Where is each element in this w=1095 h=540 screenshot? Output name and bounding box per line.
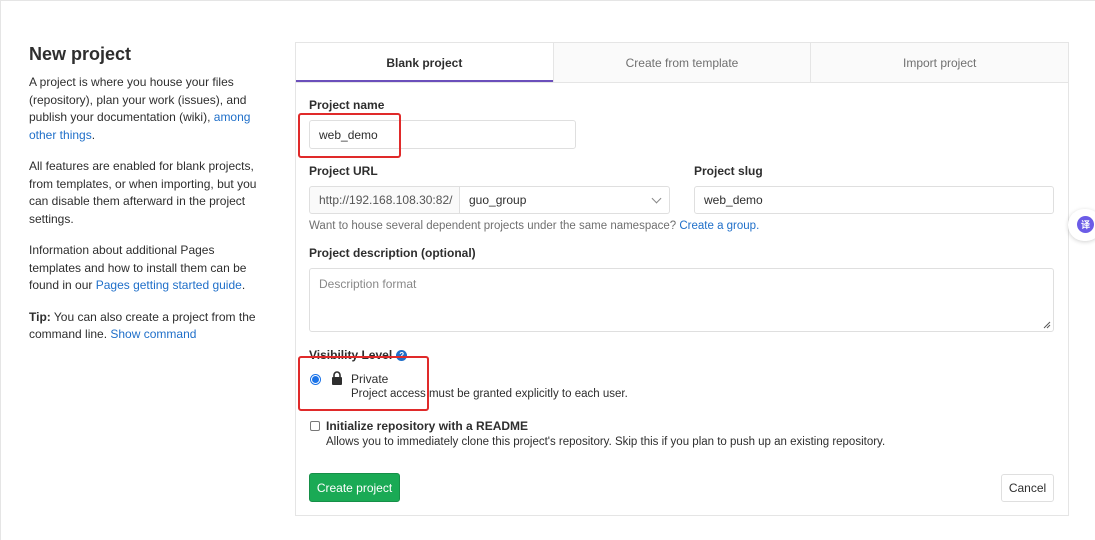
project-slug-input[interactable]: web_demo bbox=[694, 186, 1054, 214]
resize-grip-icon[interactable] bbox=[1043, 321, 1051, 329]
private-radio[interactable] bbox=[310, 374, 321, 385]
readme-description: Allows you to immediately clone this pro… bbox=[326, 436, 886, 448]
create-group-link[interactable]: Create a group. bbox=[679, 220, 759, 232]
description-textarea[interactable]: Description format bbox=[309, 268, 1054, 332]
url-prefix: http://192.168.108.30:82/ bbox=[309, 186, 460, 214]
top-divider bbox=[0, 0, 1095, 1]
new-project-panel: Blank project Create from template Impor… bbox=[295, 42, 1069, 516]
project-name-label: Project name bbox=[309, 98, 385, 112]
private-label: Private bbox=[351, 372, 389, 386]
project-url-label: Project URL bbox=[309, 164, 378, 178]
project-name-value: web_demo bbox=[319, 127, 378, 142]
chevron-down-icon bbox=[651, 193, 662, 203]
tab-import-project[interactable]: Import project bbox=[810, 43, 1069, 82]
readme-label: Initialize repository with a README bbox=[326, 419, 529, 433]
description-label: Project description (optional) bbox=[309, 246, 476, 260]
url-prefix-text: http://192.168.108.30:82/ bbox=[319, 193, 453, 207]
sidebar-features: All features are enabled for blank proje… bbox=[29, 159, 257, 226]
page-title: New project bbox=[29, 44, 132, 64]
lock-icon bbox=[332, 371, 342, 385]
translate-icon: 译 bbox=[1077, 216, 1094, 233]
sidebar: New project A project is where you house… bbox=[29, 42, 269, 358]
help-icon[interactable]: ? bbox=[396, 349, 408, 361]
left-divider bbox=[0, 0, 1, 540]
sidebar-pages-end: . bbox=[241, 278, 246, 292]
sidebar-intro: A project is where you house your files … bbox=[29, 74, 269, 144]
sidebar-pages: Information about additional Pages templ… bbox=[29, 242, 269, 295]
readme-checkbox[interactable] bbox=[310, 421, 320, 431]
floating-translate-button[interactable]: 译 bbox=[1068, 209, 1095, 241]
tip-label: Tip: bbox=[29, 309, 51, 324]
create-project-button[interactable]: Create project bbox=[309, 473, 400, 502]
pages-guide-link[interactable]: Pages getting started guide bbox=[96, 278, 242, 292]
tab-create-from-template[interactable]: Create from template bbox=[552, 43, 811, 82]
sidebar-intro-end: . bbox=[91, 127, 96, 142]
cancel-button[interactable]: Cancel bbox=[1001, 474, 1054, 502]
show-command-link[interactable]: Show command bbox=[110, 327, 196, 341]
visibility-heading: Visibility Level ? bbox=[309, 348, 408, 362]
private-description: Project access must be granted explicitl… bbox=[351, 388, 628, 400]
namespace-value: guo_group bbox=[469, 193, 527, 207]
namespace-help-text: Want to house several dependent projects… bbox=[309, 220, 680, 232]
visibility-label: Visibility Level bbox=[309, 348, 393, 362]
namespace-help: Want to house several dependent projects… bbox=[309, 220, 759, 232]
project-slug-label: Project slug bbox=[694, 164, 763, 178]
project-name-input[interactable]: web_demo bbox=[309, 120, 576, 149]
description-placeholder: Description format bbox=[319, 277, 417, 291]
project-slug-value: web_demo bbox=[704, 193, 763, 207]
namespace-select[interactable]: guo_group bbox=[460, 186, 670, 214]
project-tabs: Blank project Create from template Impor… bbox=[296, 43, 1069, 83]
tab-blank-project[interactable]: Blank project bbox=[296, 43, 553, 82]
sidebar-tip: Tip: You can also create a project from … bbox=[29, 309, 269, 344]
